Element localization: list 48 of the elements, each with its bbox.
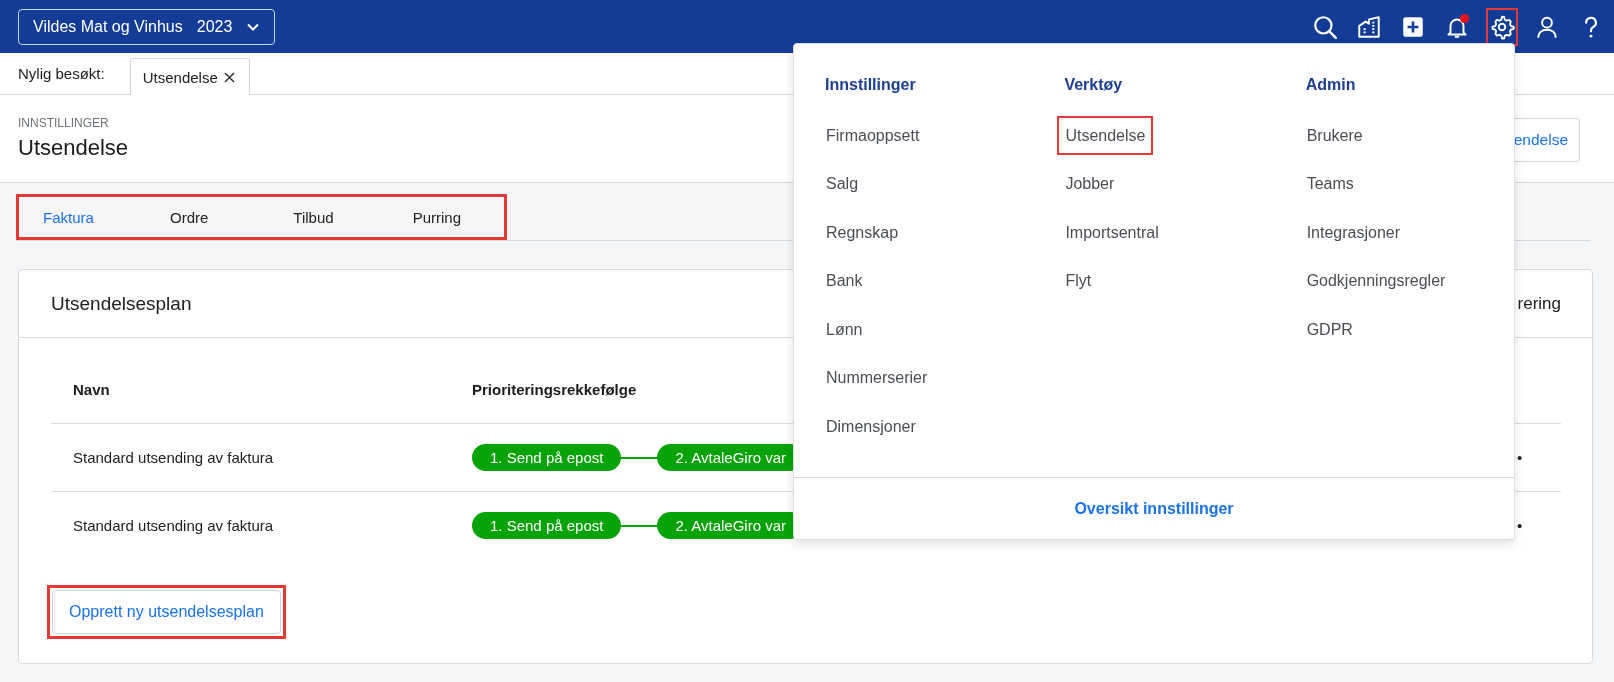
- menu-item[interactable]: Teams: [1298, 164, 1362, 204]
- menu-heading: Admin: [1305, 76, 1357, 95]
- column-header: Navn: [73, 380, 110, 398]
- table-cell-text: Standard utsending av faktura: [72, 449, 275, 466]
- menu-item[interactable]: GDPR: [1298, 310, 1361, 349]
- menu-heading: Innstillinger: [825, 76, 917, 95]
- menu-item[interactable]: Utsendelse: [1057, 116, 1154, 155]
- page-title: Utsendelse: [18, 135, 129, 161]
- menu-item[interactable]: Lønn: [818, 310, 871, 349]
- recent-tab[interactable]: Utsendelse: [129, 58, 250, 95]
- create-plan-button[interactable]: Opprett ny utsendelsesplan: [52, 590, 281, 634]
- overview-link[interactable]: Oversikt innstillinger: [1074, 499, 1234, 518]
- tab[interactable]: Ordre: [140, 197, 262, 237]
- recent-label: Nylig besøkt:: [18, 65, 105, 82]
- menu-item[interactable]: Integrasjoner: [1298, 213, 1408, 252]
- tab[interactable]: Faktura: [19, 197, 140, 237]
- tab[interactable]: Purring: [382, 197, 504, 237]
- menu-item[interactable]: Nummerserier: [818, 358, 936, 398]
- table-cell-text: Standard utsending av faktura: [72, 517, 275, 534]
- connector-line: [621, 524, 658, 527]
- menu-item[interactable]: Firmaoppsett: [818, 116, 928, 155]
- column-header: Prioriteringsrekkefølge: [472, 380, 637, 398]
- step-pill: 1. Send på epost: [472, 512, 622, 539]
- menu-item[interactable]: Salg: [818, 164, 867, 204]
- menu-item[interactable]: Bank: [818, 261, 871, 301]
- breadcrumb: INNSTILLINGER: [18, 116, 110, 130]
- menu-item[interactable]: Jobber: [1057, 164, 1123, 204]
- search-icon[interactable]: [1312, 13, 1338, 40]
- close-icon[interactable]: [223, 71, 235, 83]
- card-action[interactable]: rering: [1517, 293, 1561, 314]
- menu-heading: Verktøy: [1064, 76, 1124, 95]
- menu-item[interactable]: Dimensjoner: [818, 407, 924, 446]
- step-pill: 2. AvtaleGiro var: [657, 512, 794, 539]
- menu-item[interactable]: Godkjenningsregler: [1298, 261, 1454, 301]
- building-icon[interactable]: [1356, 13, 1382, 40]
- company-selector[interactable]: Vildes Mat og Vinhus 2023: [18, 8, 276, 45]
- settings-icon[interactable]: [1489, 13, 1515, 40]
- menu-item[interactable]: Flyt: [1057, 261, 1100, 301]
- menu-item[interactable]: Regnskap: [818, 213, 907, 252]
- tab[interactable]: Tilbud: [261, 197, 383, 237]
- step-pill: 2. AvtaleGiro var: [657, 444, 794, 471]
- step-pill: 1. Send på epost: [472, 444, 622, 471]
- menu-item[interactable]: Brukere: [1298, 116, 1371, 155]
- row-menu[interactable]: •: [1517, 449, 1557, 466]
- connector-line: [621, 456, 658, 459]
- menu-item[interactable]: Importsentral: [1057, 213, 1167, 252]
- row-menu[interactable]: •: [1517, 517, 1557, 534]
- card-title: Utsendelsesplan: [51, 292, 192, 315]
